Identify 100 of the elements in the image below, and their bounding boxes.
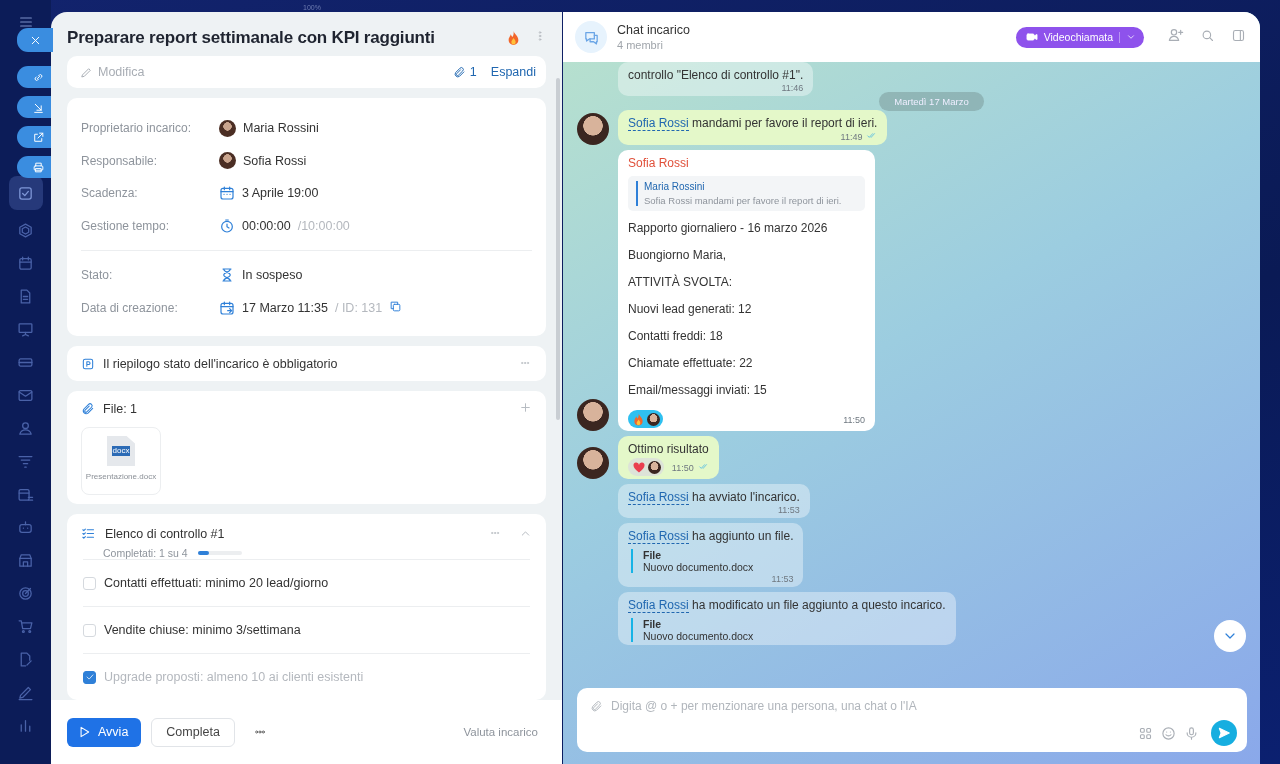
camera-icon: [1025, 31, 1038, 43]
robot-icon: [17, 519, 34, 536]
fire-icon: [633, 412, 644, 426]
field-value[interactable]: Sofia Rossi: [243, 153, 307, 168]
message-text: Ottimo risultato: [628, 442, 709, 456]
field-value: In sospeso: [242, 268, 303, 283]
presentation-icon: [17, 321, 34, 338]
smiley-icon: [1161, 725, 1176, 741]
checklist-title: Elenco di controllo #1: [105, 526, 226, 541]
avatar[interactable]: [577, 447, 609, 479]
mention-link[interactable]: Sofia Rossi: [628, 529, 689, 544]
checklist-icon: [81, 526, 96, 541]
message-time: 11:53: [777, 505, 800, 515]
message-line: Chiamate effettuate: 22: [628, 356, 754, 371]
mention-link[interactable]: Sofia Rossi: [628, 490, 689, 505]
quick-action-button[interactable]: [17, 156, 51, 178]
file-attachment[interactable]: File Nuovo documento.docx: [631, 549, 794, 573]
message-text: Sofia Rossi ha avviato l'incarico.: [628, 490, 800, 504]
quick-action-button[interactable]: [17, 66, 51, 88]
send-button[interactable]: [1211, 720, 1237, 746]
video-call-button[interactable]: Videochiamata: [1015, 26, 1144, 48]
message-time: 11:49: [840, 131, 863, 142]
message-text: controllo "Elenco di controllo #1".: [628, 68, 804, 82]
checklist-item: Contatti effettuati: minimo 20 lead/giorno: [104, 576, 329, 590]
author-name[interactable]: Sofia Rossi: [628, 156, 865, 170]
close-button[interactable]: [17, 28, 53, 52]
planner-icon: [17, 486, 34, 503]
checkbox-icon: [17, 184, 34, 202]
attachment-count[interactable]: 1: [469, 65, 477, 80]
quick-action-button[interactable]: [17, 96, 51, 118]
field-label: Proprietario incarico:: [81, 121, 193, 136]
pen-icon: [17, 684, 34, 701]
fire-icon: [507, 30, 520, 46]
apps-icon: [1138, 725, 1153, 741]
calendar-icon: [219, 185, 235, 202]
sidebar-item[interactable]: [8, 176, 43, 210]
field-value[interactable]: Maria Rossini: [243, 121, 319, 136]
checklist-item: Vendite chiuse: minimo 3/settimana: [104, 623, 301, 637]
complete-button[interactable]: Completa: [151, 717, 235, 747]
avatar[interactable]: [577, 399, 609, 431]
message-line: Contatti freddi: 18: [628, 329, 724, 344]
files-title: File: 1: [103, 402, 139, 416]
avatar[interactable]: [577, 113, 609, 145]
message-text: Sofia Rossi mandami per favore il report di ieri.: [628, 116, 878, 130]
field-extra: / ID: 131: [334, 300, 383, 315]
scroll-down-button[interactable]: [1214, 620, 1246, 652]
field-value: 17 Marzo 11:35: [242, 300, 328, 315]
reaction[interactable]: [628, 458, 664, 476]
target-icon: [17, 585, 34, 602]
status-icon: [81, 356, 95, 371]
read-ticks-icon: [866, 131, 878, 140]
mail-icon: [17, 387, 34, 404]
quick-action-button[interactable]: [17, 126, 51, 148]
menu-icon: [17, 14, 34, 30]
summary-text: Il riepilogo stato dell'incarico è obbligatorio: [103, 356, 339, 371]
file-attachment[interactable]: File Nuovo documento.docx: [631, 618, 946, 642]
quoted-message[interactable]: Maria Rossini Sofia Rossi mandami per favore il report di ieri.: [628, 176, 865, 211]
message-time: 11:53: [771, 574, 794, 584]
caret-icon: [1126, 32, 1136, 42]
play-icon: [77, 725, 91, 739]
pencil-icon: [80, 65, 93, 79]
field-value: 3 Aprile 19:00: [242, 186, 319, 201]
add-icon: [519, 401, 532, 414]
avatar: [219, 152, 236, 170]
mention-link[interactable]: Sofia Rossi: [628, 598, 689, 613]
field-label: Gestione tempo:: [81, 218, 171, 233]
side-panel-icon: [1231, 27, 1246, 43]
reaction[interactable]: [628, 410, 663, 428]
calendar-icon: [219, 299, 235, 316]
hexagon-icon: [17, 222, 34, 239]
message-line: Rapporto giornaliero - 16 marzo 2026: [628, 221, 829, 236]
calendar-icon: [17, 255, 34, 272]
print-icon: [32, 160, 45, 174]
start-button[interactable]: Avvia: [67, 717, 142, 747]
paperclip-icon: [590, 699, 603, 713]
message-time: 11:50: [843, 414, 865, 425]
message-input[interactable]: Digita @ o + per menzionare una persona, una chat o l'IA: [611, 698, 1237, 714]
message-text: Sofia Rossi ha modificato un file aggiunto a questo incarico.: [628, 598, 946, 612]
external-link-icon: [32, 130, 45, 144]
paperclip-icon: [81, 402, 95, 416]
expand-link[interactable]: Espandi: [490, 65, 536, 80]
message-line: Nuovi lead generati: 12: [628, 302, 753, 317]
store-icon: [17, 552, 34, 569]
copy-icon: [389, 299, 403, 313]
field-value: 00:00:00: [242, 218, 291, 233]
read-ticks-icon: [697, 462, 709, 471]
checklist-item: Upgrade proposti: almeno 10 ai clienti esistenti: [104, 670, 364, 684]
message-text: Sofia Rossi ha aggiunto un file.: [628, 529, 794, 543]
checkbox[interactable]: [83, 670, 96, 684]
send-icon: [1217, 726, 1231, 740]
mention-link[interactable]: Sofia Rossi: [628, 116, 689, 131]
file-tile[interactable]: docx Presentazione.docx: [81, 427, 161, 495]
heart-icon: [633, 461, 645, 473]
message-line: Buongiorno Maria,: [628, 248, 728, 263]
people-icon: [17, 420, 34, 437]
field-label: Data di creazione:: [81, 300, 179, 315]
field-label: Stato:: [81, 268, 114, 283]
rate-task-link[interactable]: Valuta incarico: [463, 726, 538, 738]
date-separator: Martedì 17 Marzo: [879, 92, 984, 111]
field-extra: /10:00:00: [297, 218, 350, 233]
